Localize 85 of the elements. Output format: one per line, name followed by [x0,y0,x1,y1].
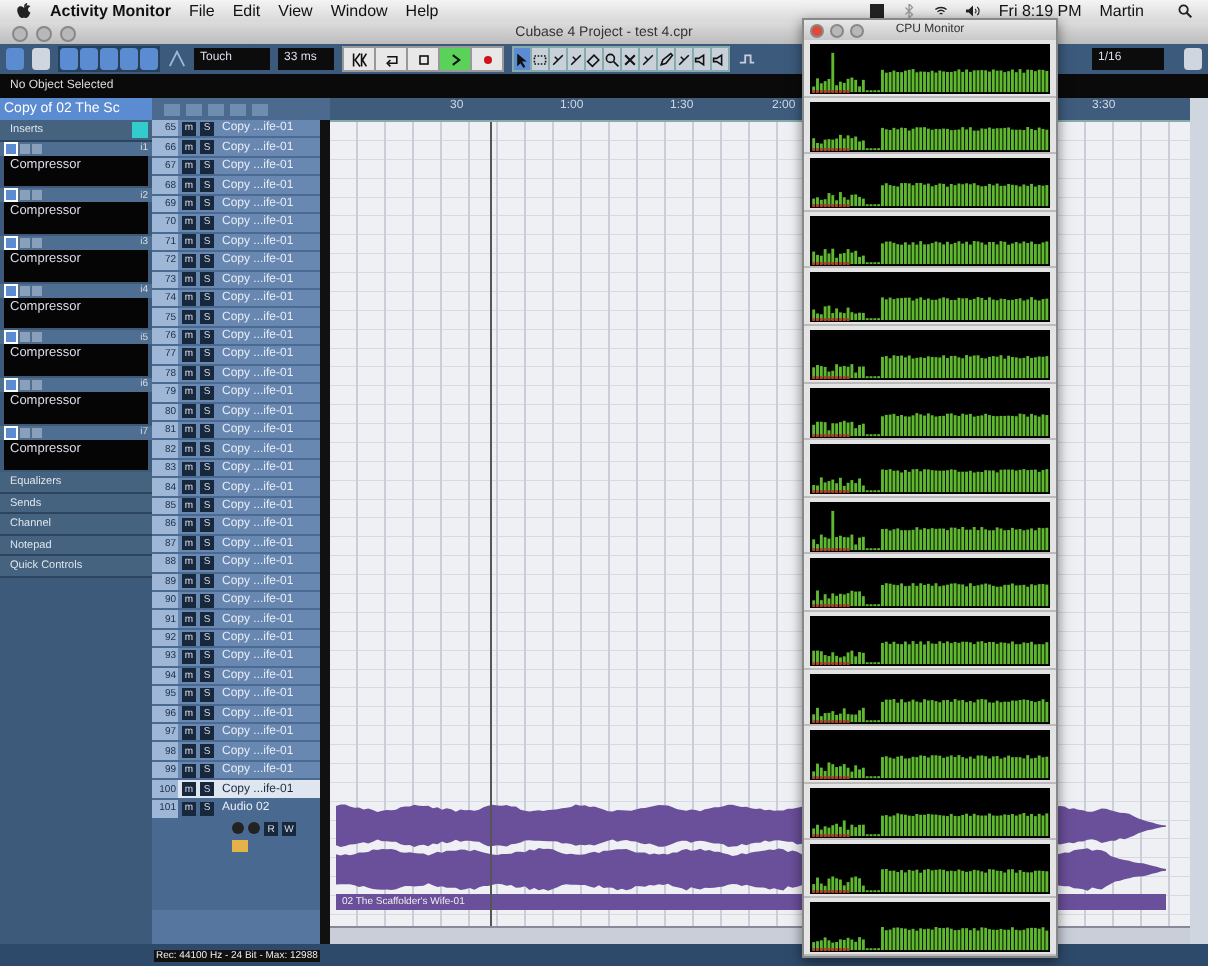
cycle-button[interactable] [376,48,406,70]
record-button[interactable] [472,48,502,70]
bluetooth-icon[interactable] [902,4,917,18]
panel-toggle-button[interactable] [80,48,98,70]
play-icon [447,51,463,67]
power-button[interactable] [4,330,18,345]
close-button[interactable] [12,25,28,41]
magnifier-icon [604,51,620,67]
line-tool-button[interactable] [676,48,692,70]
quantize-settings-button[interactable] [1184,48,1202,70]
locate-button[interactable] [344,48,374,70]
zoom-tool-button[interactable] [604,48,620,70]
panel-toggle-button[interactable] [100,48,118,70]
minimize-button[interactable] [36,25,52,41]
power-button[interactable] [4,283,18,298]
zoom-button[interactable] [60,25,76,41]
menu-item[interactable]: File [188,2,215,20]
erase-tool-button[interactable] [586,48,602,70]
split-tool-button[interactable] [550,48,566,70]
view-button[interactable] [32,48,50,70]
bypass-button[interactable] [132,121,148,138]
status-icon[interactable] [870,4,885,18]
power-button[interactable] [4,188,18,203]
time-tool-button[interactable] [640,48,656,70]
vertical-scrollbar[interactable] [1190,98,1208,944]
volume-icon[interactable] [966,4,981,18]
edit-button[interactable] [32,285,42,296]
range-tool-button[interactable] [532,48,548,70]
loop-icon [383,51,399,67]
cross-icon [622,51,638,67]
locate-icon [351,51,367,67]
arrow-icon [514,51,530,67]
power-button[interactable] [4,235,18,250]
close-button[interactable] [810,23,824,37]
bypass-button[interactable] [20,332,30,343]
apple-icon[interactable] [16,2,32,20]
record-enable-button[interactable] [232,822,244,835]
bypass-button[interactable] [20,427,30,438]
bypass-button[interactable] [20,285,30,296]
automation-icon[interactable] [168,50,186,68]
menu-item[interactable]: Edit [232,2,261,20]
play-tool-button[interactable] [694,48,710,70]
edit-button[interactable] [32,237,42,248]
menu-item[interactable]: View [278,2,313,20]
comp-tool-button[interactable] [712,48,728,70]
time-base-button[interactable] [232,840,248,853]
snap-icon[interactable] [738,50,756,68]
bypass-button[interactable] [20,190,30,201]
pencil-icon [658,51,674,67]
constrain-button[interactable] [6,48,24,70]
edit-button[interactable] [32,427,42,438]
edit-button[interactable] [32,143,42,153]
menu-item[interactable]: Window [330,2,388,20]
minimize-button[interactable] [830,23,844,37]
power-button[interactable] [4,425,18,440]
clock[interactable]: Fri 8:19 PM [998,2,1082,20]
power-button[interactable] [4,377,18,392]
glue-tool-button[interactable] [568,48,584,70]
draw-tool-button[interactable] [658,48,674,70]
edit-button[interactable] [32,190,42,201]
zoom-button[interactable] [850,23,864,37]
edit-button[interactable] [32,379,42,390]
app-menu[interactable]: Activity Monitor [50,2,171,20]
tool-icon [640,51,656,67]
bypass-button[interactable] [20,143,30,153]
stop-icon [415,51,431,67]
user-name[interactable]: Martin [1099,2,1144,20]
edit-button[interactable] [32,332,42,343]
panel-toggle-button[interactable] [140,48,158,70]
bypass-button[interactable] [20,237,30,248]
stop-button[interactable] [408,48,438,70]
record-icon [479,51,495,67]
menu-item[interactable]: Help [405,2,439,20]
tool-icon [676,51,692,67]
panel-toggle-button[interactable] [60,48,78,70]
play-button[interactable] [440,48,470,70]
search-icon[interactable] [1178,4,1192,18]
mute-tool-button[interactable] [622,48,638,70]
range-icon [532,51,548,67]
monitor-button[interactable] [248,822,260,835]
wifi-icon[interactable] [934,4,949,18]
panel-toggle-button[interactable] [120,48,138,70]
eraser-icon [586,51,602,67]
bypass-button[interactable] [20,379,30,390]
arrow-tool-button[interactable] [514,48,530,70]
